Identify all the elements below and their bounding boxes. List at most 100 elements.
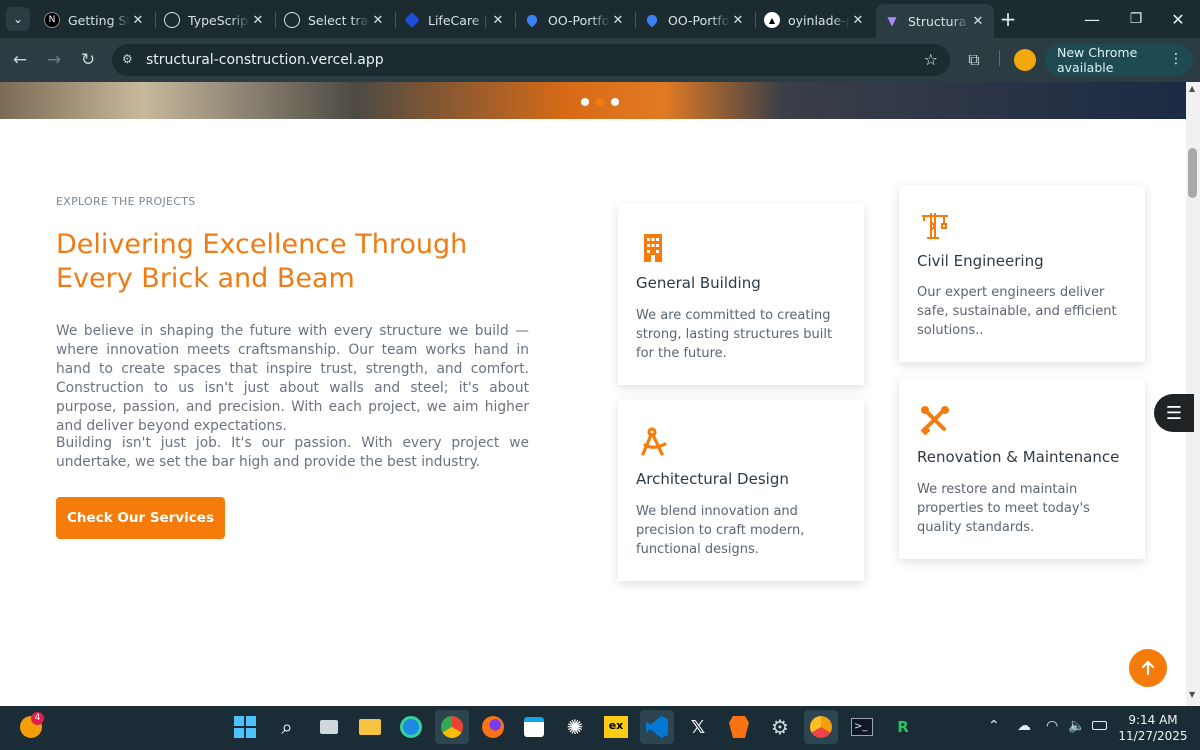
card-description: We are committed to creating strong, las… [636, 308, 833, 361]
cloud-off-icon[interactable]: ☁ [1017, 718, 1031, 734]
terminal-icon[interactable]: >_ [845, 710, 879, 744]
file-explorer-icon[interactable] [353, 710, 387, 744]
chatgpt-icon[interactable]: ✺ [558, 710, 592, 744]
tab-title: LifeCare | Home [428, 12, 490, 28]
lifecare-icon [404, 12, 420, 28]
new-chrome-available-button[interactable]: New Chrome available ⋮ [1045, 44, 1193, 76]
wifi-icon[interactable]: ◠ [1046, 718, 1058, 734]
tab-oo-portfolio-2[interactable]: OO-Portfolio ✕ [636, 6, 754, 34]
tab-getting-started[interactable]: N Getting Started ✕ [36, 6, 154, 34]
service-card-renovation-maintenance[interactable]: Renovation & Maintenance We restore and … [899, 379, 1145, 559]
card-title: General Building [636, 274, 761, 292]
slider-dot-active[interactable] [596, 98, 604, 106]
x-app-icon[interactable]: 𝕏 [681, 710, 715, 744]
slider-dot[interactable] [611, 98, 619, 106]
url-text: structural-construction.vercel.app [146, 52, 384, 68]
close-icon[interactable]: ✕ [970, 14, 986, 29]
chrome-icon[interactable] [435, 710, 469, 744]
profile-avatar[interactable] [1014, 49, 1036, 71]
tab-oyinlade-portfolio[interactable]: ▲ oyinlade-portfolio ✕ [756, 6, 874, 34]
windows-start-icon[interactable] [228, 710, 262, 744]
close-window-button[interactable]: ✕ [1156, 0, 1200, 38]
tab-structura-active[interactable]: ▼ Structura_Construction ✕ [876, 4, 994, 38]
firefox-icon[interactable] [476, 710, 510, 744]
vercel-icon: ▲ [764, 12, 780, 28]
tab-search-button[interactable]: ⌄ [6, 7, 30, 31]
notification-badge: 4 [31, 712, 44, 725]
forward-icon[interactable]: → [42, 48, 66, 72]
volume-icon[interactable]: 🔈 [1068, 718, 1085, 734]
card-title: Architectural Design [636, 470, 789, 488]
tray-overflow-icon[interactable]: ⌃ [988, 718, 1000, 734]
new-tab-button[interactable]: + [986, 0, 1030, 38]
section-kicker: EXPLORE THE PROJECTS [56, 195, 196, 208]
tab-title: OO-Portfolio [548, 12, 610, 28]
store-icon[interactable] [517, 710, 551, 744]
scrollbar-thumb[interactable] [1188, 148, 1197, 198]
service-card-general-building[interactable]: General Building We are committed to cre… [618, 204, 864, 385]
compass-icon [641, 427, 667, 456]
close-icon[interactable]: ✕ [130, 13, 146, 28]
task-view-icon[interactable] [312, 710, 346, 744]
bookmark-star-icon[interactable]: ☆ [924, 50, 938, 69]
card-title: Civil Engineering [917, 252, 1044, 270]
ex-app-icon[interactable]: ex [599, 710, 633, 744]
app-r-icon[interactable]: R [886, 710, 920, 744]
restore-button[interactable]: ❐ [1114, 0, 1158, 38]
clock-time: 9:14 AM [1128, 713, 1178, 727]
card-description: We blend innovation and precision to cra… [636, 504, 805, 557]
droplet-icon [644, 12, 660, 28]
crane-icon [922, 213, 948, 239]
close-icon[interactable]: ✕ [610, 13, 626, 28]
search-icon[interactable]: ⌕ [270, 710, 304, 744]
clock-date: 11/27/2025 [1118, 729, 1188, 743]
edge-icon[interactable] [394, 710, 428, 744]
battery-icon[interactable] [1092, 718, 1107, 734]
intro-paragraph: We believe in shaping the future with ev… [56, 323, 529, 434]
close-icon[interactable]: ✕ [370, 13, 386, 28]
address-bar[interactable]: ⚙ structural-construction.vercel.app ☆ [112, 44, 950, 76]
chrome-canary-icon[interactable] [804, 710, 838, 744]
arrow-up-icon [1141, 660, 1155, 676]
minimize-button[interactable]: — [1070, 0, 1114, 38]
openai-icon [164, 12, 180, 28]
close-icon[interactable]: ✕ [250, 13, 266, 28]
card-description: Our expert engineers deliver safe, susta… [917, 285, 1117, 338]
scroll-to-top-button[interactable] [1129, 649, 1167, 687]
nextjs-icon: N [44, 12, 60, 28]
extensions-icon[interactable]: ⧉ [962, 48, 986, 72]
tab-title: oyinlade-portfolio [788, 12, 850, 28]
brave-icon[interactable] [722, 710, 756, 744]
section-heading: Delivering Excellence Through Every Bric… [56, 229, 468, 294]
system-clock[interactable]: 9:14 AM 11/27/2025 [1118, 712, 1188, 744]
back-icon[interactable]: ← [8, 48, 32, 72]
tab-title: Select track [308, 12, 370, 28]
passion-paragraph: Building isn't just job. It's our passio… [56, 435, 529, 470]
slider-dot[interactable] [581, 98, 589, 106]
reload-icon[interactable]: ↻ [76, 48, 100, 72]
tools-icon [920, 406, 949, 436]
tab-oo-portfolio-1[interactable]: OO-Portfolio ✕ [516, 6, 634, 34]
globe-icon [284, 12, 300, 28]
tab-select-track[interactable]: Select track ✕ [276, 6, 394, 34]
tab-title: TypeScript [188, 12, 250, 28]
droplet-icon [524, 12, 540, 28]
service-card-civil-engineering[interactable]: Civil Engineering Our expert engineers d… [899, 185, 1145, 362]
building-icon [644, 234, 662, 262]
more-menu-icon[interactable]: ⋮ [1169, 51, 1183, 67]
tab-title: OO-Portfolio [668, 12, 730, 28]
check-services-button[interactable]: Check Our Services [56, 497, 225, 539]
close-icon[interactable]: ✕ [490, 13, 506, 28]
card-description: We restore and maintain properties to me… [917, 482, 1090, 535]
tab-lifecare[interactable]: LifeCare | Home ✕ [396, 6, 514, 34]
site-settings-icon[interactable]: ⚙ [122, 52, 133, 66]
tab-title: Structura_Construction [908, 13, 970, 29]
card-title: Renovation & Maintenance [917, 448, 1120, 466]
service-card-architectural-design[interactable]: Architectural Design We blend innovation… [618, 400, 864, 581]
vscode-icon[interactable] [640, 710, 674, 744]
tab-typescript[interactable]: TypeScript ✕ [156, 6, 274, 34]
close-icon[interactable]: ✕ [850, 13, 866, 28]
close-icon[interactable]: ✕ [730, 13, 746, 28]
settings-gear-icon[interactable]: ⚙ [763, 710, 797, 744]
floating-settings-button[interactable]: ☰ [1154, 394, 1194, 432]
